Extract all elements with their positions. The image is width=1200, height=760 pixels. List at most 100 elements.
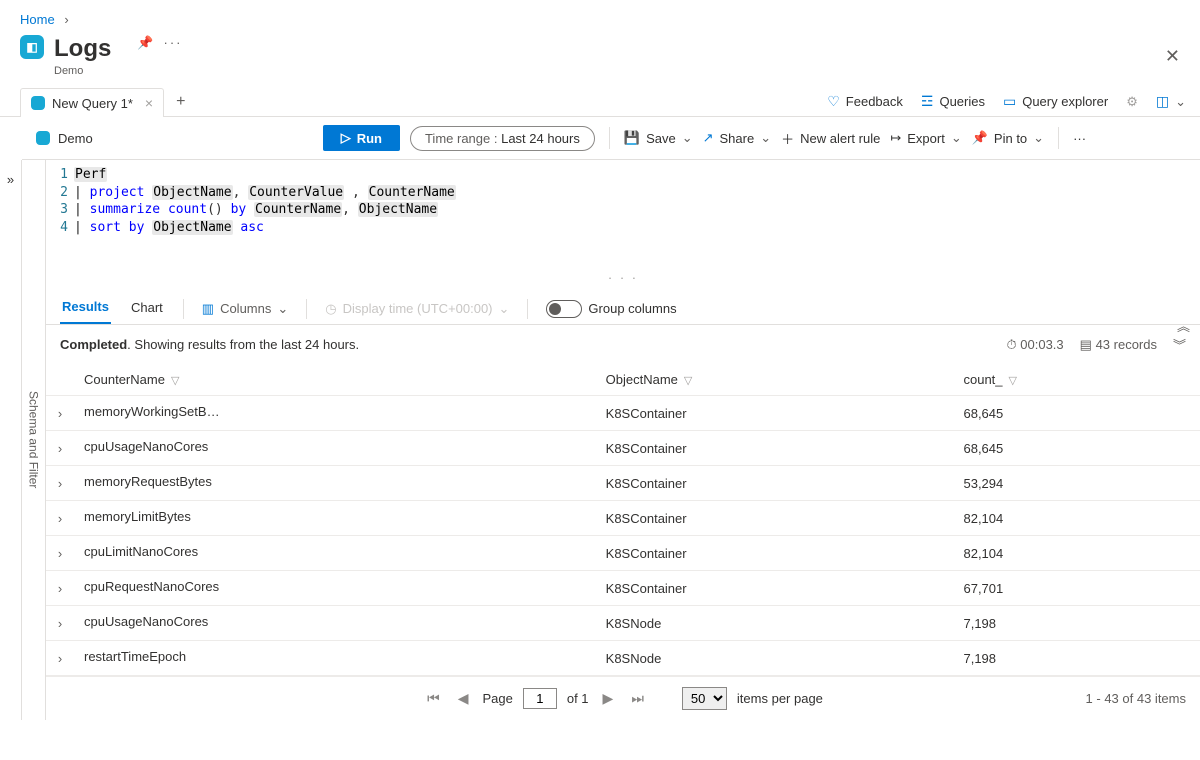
pin-icon[interactable]: 📌	[137, 35, 153, 51]
last-page-button[interactable]: ⏭	[627, 690, 648, 707]
add-tab-button[interactable]: +	[176, 93, 185, 111]
save-icon: 💾	[624, 130, 640, 146]
cell-count: 7,198	[953, 606, 1200, 641]
stopwatch-icon: ⏱	[1007, 337, 1017, 352]
logs-icon: ◧	[20, 35, 44, 59]
table-row[interactable]: ›cpuUsageNanoCoresK8SNode7,198	[46, 606, 1200, 641]
scope-icon	[36, 131, 50, 145]
cell-countername: cpuRequestNanoCores	[74, 571, 596, 606]
pager: ⏮ ◀ Page of 1 ▶ ⏭ 50 items per page 1 - …	[46, 676, 1200, 720]
explorer-icon: ▭	[1003, 93, 1016, 110]
page-of: of 1	[567, 691, 589, 706]
tab-new-query[interactable]: New Query 1* ×	[20, 88, 164, 117]
query-explorer-button[interactable]: ▭Query explorer	[1003, 93, 1108, 110]
play-icon: ▷	[341, 130, 351, 146]
share-button[interactable]: ↗Share⌄	[703, 130, 772, 146]
col-header[interactable]: count_▽	[953, 364, 1200, 396]
close-icon[interactable]: ✕	[1165, 46, 1180, 67]
query-toolbar: Demo ▷Run Time range : Last 24 hours 💾Sa…	[22, 117, 1200, 160]
cell-objectname: K8SContainer	[596, 396, 954, 431]
toolbar-more-icon[interactable]: ···	[1073, 131, 1086, 146]
schema-filter-collapsed[interactable]: Schema and Filter	[22, 160, 46, 720]
scope-selector[interactable]: Demo	[36, 131, 93, 146]
cell-countername: cpuLimitNanoCores	[74, 536, 596, 571]
panel-icon[interactable]: ◫⌄	[1156, 93, 1186, 110]
cell-count: 68,645	[953, 396, 1200, 431]
run-button[interactable]: ▷Run	[323, 125, 400, 151]
tab-chart[interactable]: Chart	[129, 294, 165, 323]
cell-count: 82,104	[953, 501, 1200, 536]
filter-icon[interactable]: ▽	[171, 375, 179, 387]
page-input[interactable]	[523, 688, 557, 709]
expand-results-icon[interactable]: ︾	[1173, 335, 1186, 354]
columns-icon: ▥	[202, 301, 214, 317]
status-completed: Completed	[60, 337, 127, 352]
col-header[interactable]: ObjectName▽	[596, 364, 954, 396]
cell-countername: cpuUsageNanoCores	[74, 431, 596, 466]
time-range-picker[interactable]: Time range : Last 24 hours	[410, 126, 595, 151]
table-row[interactable]: ›restartTimeEpochK8SNode7,198	[46, 641, 1200, 676]
filter-icon[interactable]: ▽	[684, 375, 692, 387]
query-editor[interactable]: 1 2 3 4 Perf | project ObjectName, Count…	[46, 160, 1200, 242]
status-bar: Completed. Showing results from the last…	[46, 325, 1200, 364]
group-columns-toggle[interactable]: Group columns	[546, 300, 676, 318]
code-area[interactable]: Perf | project ObjectName, CounterValue …	[74, 166, 1200, 236]
cell-objectname: K8SContainer	[596, 466, 954, 501]
collapse-editor-icon[interactable]: ︽	[1177, 316, 1190, 335]
table-row[interactable]: ›cpuRequestNanoCoresK8SContainer67,701	[46, 571, 1200, 606]
cell-countername: memoryRequestBytes	[74, 466, 596, 501]
double-chevron-right-icon: »	[7, 172, 14, 187]
expand-row-icon[interactable]: ›	[46, 571, 74, 606]
settings-icon[interactable]: ⚙	[1126, 94, 1138, 110]
records-badge: ▤ 43 records	[1080, 337, 1157, 353]
table-row[interactable]: ›memoryRequestBytesK8SContainer53,294	[46, 466, 1200, 501]
expand-sidebar-button[interactable]: »	[0, 160, 22, 720]
tab-close-icon[interactable]: ×	[145, 95, 153, 111]
expand-row-icon[interactable]: ›	[46, 396, 74, 431]
expand-row-icon[interactable]: ›	[46, 501, 74, 536]
table-row[interactable]: ›memoryWorkingSetB…K8SContainer68,645	[46, 396, 1200, 431]
cell-count: 67,701	[953, 571, 1200, 606]
query-tab-icon	[31, 96, 45, 110]
per-page-select[interactable]: 50	[682, 687, 727, 710]
feedback-button[interactable]: ♡Feedback	[827, 93, 903, 110]
resize-handle[interactable]: · · ·	[46, 268, 1200, 287]
expand-row-icon[interactable]: ›	[46, 466, 74, 501]
display-time-button[interactable]: ◷Display time (UTC+00:00)⌄	[325, 301, 509, 317]
pin-to-button[interactable]: 📌Pin to⌄	[972, 130, 1044, 146]
pin-icon: 📌	[972, 130, 988, 146]
expand-row-icon[interactable]: ›	[46, 536, 74, 571]
export-button[interactable]: ↦Export⌄	[890, 130, 961, 146]
filter-icon[interactable]: ▽	[1009, 375, 1017, 387]
records-icon: ▤	[1080, 337, 1092, 352]
pager-summary: 1 - 43 of 43 items	[1086, 691, 1186, 706]
export-icon: ↦	[890, 130, 901, 146]
table-row[interactable]: ›memoryLimitBytesK8SContainer82,104	[46, 501, 1200, 536]
page-subtitle: Demo	[54, 65, 123, 77]
queries-button[interactable]: ☲Queries	[921, 93, 985, 110]
scope-label: Demo	[58, 131, 93, 146]
toggle-off-icon[interactable]	[546, 300, 582, 318]
cell-objectname: K8SNode	[596, 641, 954, 676]
expand-row-icon[interactable]: ›	[46, 606, 74, 641]
breadcrumb-home[interactable]: Home	[20, 12, 55, 27]
tab-results[interactable]: Results	[60, 293, 111, 324]
save-button[interactable]: 💾Save⌄	[624, 130, 693, 146]
table-row[interactable]: ›cpuUsageNanoCoresK8SContainer68,645	[46, 431, 1200, 466]
next-page-button[interactable]: ▶	[599, 690, 618, 707]
columns-button[interactable]: ▥Columns⌄	[202, 301, 289, 317]
col-header[interactable]: CounterName▽	[74, 364, 596, 396]
prev-page-button[interactable]: ◀	[454, 690, 473, 707]
new-alert-button[interactable]: ＋New alert rule	[781, 129, 880, 148]
expand-row-icon[interactable]: ›	[46, 431, 74, 466]
clock-icon: ◷	[325, 301, 336, 317]
panel-layout-icon: ◫	[1156, 93, 1169, 110]
per-page-label: items per page	[737, 691, 823, 706]
cell-objectname: K8SContainer	[596, 431, 954, 466]
page-header: ◧ Logs Demo 📌 ··· ✕	[0, 31, 1200, 87]
cell-count: 53,294	[953, 466, 1200, 501]
expand-row-icon[interactable]: ›	[46, 641, 74, 676]
first-page-button[interactable]: ⏮	[423, 690, 444, 707]
table-row[interactable]: ›cpuLimitNanoCoresK8SContainer82,104	[46, 536, 1200, 571]
more-icon[interactable]: ···	[164, 35, 183, 50]
